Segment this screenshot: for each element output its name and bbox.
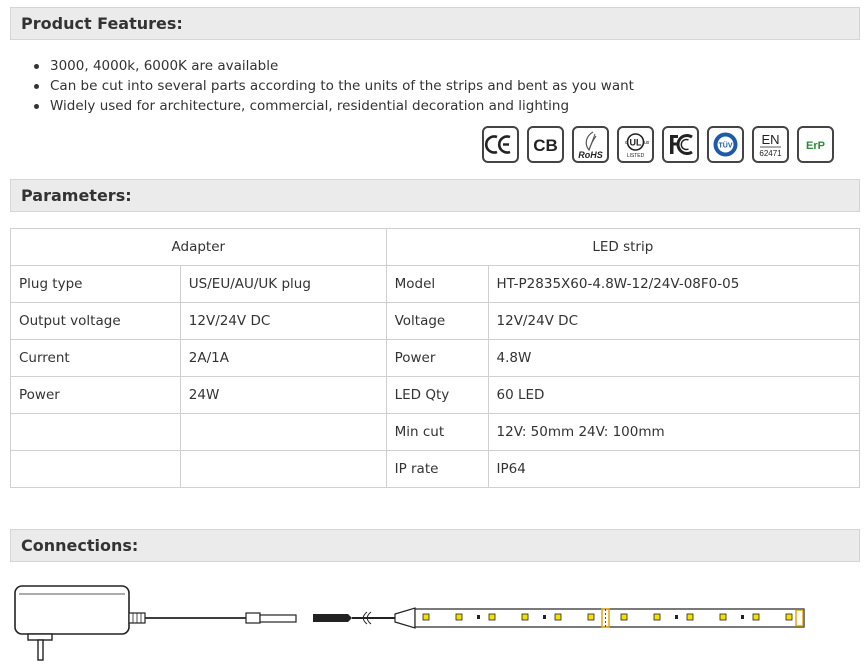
- strip-label: Model: [385, 265, 489, 303]
- strip-value: HT-P2835X60-4.8W-12/24V-08F0-05: [487, 265, 861, 303]
- adapter-value: 2A/1A: [179, 339, 387, 377]
- adapter-label: [10, 450, 181, 488]
- svg-text:LISTED: LISTED: [627, 153, 645, 159]
- adapter-value: [179, 413, 387, 451]
- en-62471-mark-icon: EN 62471: [752, 126, 789, 163]
- svg-text:us: us: [644, 140, 650, 146]
- adapter-label: [10, 413, 181, 451]
- strip-label: Power: [385, 339, 489, 377]
- adapter-value: [179, 450, 387, 488]
- adapter-label: Plug type: [10, 265, 181, 303]
- connections-title: Connections:: [21, 536, 139, 555]
- svg-text:ErP: ErP: [806, 140, 825, 152]
- led-strip-icon: [414, 608, 805, 628]
- connections-header: Connections:: [10, 529, 860, 562]
- parameters-header: Parameters:: [10, 179, 860, 212]
- svg-text:TÜV: TÜV: [719, 141, 733, 150]
- erp-mark-icon: ErP: [797, 126, 834, 163]
- adapter-label: Current: [10, 339, 181, 377]
- feature-item: Widely used for architecture, commercial…: [30, 96, 634, 116]
- table-header-row: Adapter LED strip: [10, 228, 861, 266]
- certification-logos: CB RoHS UL c us LISTED TÜV EN 62471 ErP: [482, 126, 834, 163]
- svg-text:UL: UL: [630, 138, 642, 148]
- rohs-mark-icon: RoHS: [572, 126, 609, 163]
- table-row: Plug type US/EU/AU/UK plug Model HT-P283…: [10, 265, 861, 303]
- strip-value: IP64: [487, 450, 861, 488]
- cb-mark-icon: CB: [527, 126, 564, 163]
- power-adapter-icon: [14, 585, 297, 661]
- product-features-header: Product Features:: [10, 7, 860, 40]
- svg-text:EN: EN: [761, 132, 779, 147]
- strip-value: 12V/24V DC: [487, 302, 861, 340]
- led-strip-column-header: LED strip: [385, 228, 861, 266]
- tuv-mark-icon: TÜV: [707, 126, 744, 163]
- feature-item: Can be cut into several parts according …: [30, 76, 634, 96]
- adapter-value: 12V/24V DC: [179, 302, 387, 340]
- strip-label: LED Qty: [385, 376, 489, 414]
- ce-mark-icon: [482, 126, 519, 163]
- strip-label: Min cut: [385, 413, 489, 451]
- adapter-column-header: Adapter: [10, 228, 387, 266]
- product-features-title: Product Features:: [21, 14, 183, 33]
- fc-mark-icon: [662, 126, 699, 163]
- strip-value: 4.8W: [487, 339, 861, 377]
- adapter-value: 24W: [179, 376, 387, 414]
- svg-text:RoHS: RoHS: [578, 150, 603, 160]
- svg-text:62471: 62471: [759, 149, 782, 158]
- dc-connector-icon: [313, 607, 416, 629]
- table-row: Min cut 12V: 50mm 24V: 100mm: [10, 413, 861, 451]
- parameters-title: Parameters:: [21, 186, 132, 205]
- table-row: Output voltage 12V/24V DC Voltage 12V/24…: [10, 302, 861, 340]
- parameters-table: Adapter LED strip Plug type US/EU/AU/UK …: [10, 228, 861, 488]
- strip-label: Voltage: [385, 302, 489, 340]
- adapter-value: US/EU/AU/UK plug: [179, 265, 387, 303]
- adapter-label: Output voltage: [10, 302, 181, 340]
- adapter-label: Power: [10, 376, 181, 414]
- table-row: IP rate IP64: [10, 450, 861, 488]
- ul-listed-mark-icon: UL c us LISTED: [617, 126, 654, 163]
- strip-value: 12V: 50mm 24V: 100mm: [487, 413, 861, 451]
- feature-item: 3000, 4000k, 6000K are available: [30, 56, 634, 76]
- svg-text:CB: CB: [533, 136, 558, 155]
- connection-diagram: [14, 585, 805, 661]
- table-row: Power 24W LED Qty 60 LED: [10, 376, 861, 414]
- strip-value: 60 LED: [487, 376, 861, 414]
- strip-label: IP rate: [385, 450, 489, 488]
- features-list: 3000, 4000k, 6000K are available Can be …: [30, 56, 634, 116]
- table-row: Current 2A/1A Power 4.8W: [10, 339, 861, 377]
